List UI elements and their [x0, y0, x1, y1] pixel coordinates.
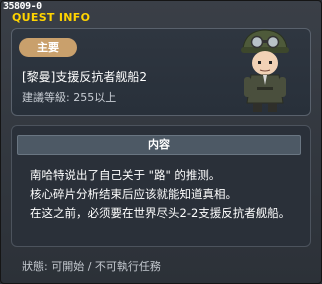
description-line: 在这之前，必须要在世界尽头2-2支援反抗者舰船。: [30, 206, 291, 220]
quest-name: [黎曼]支援反抗者舰船2: [22, 70, 147, 84]
description-line: 南哈特说出了自己关于 "路" 的推测。: [30, 168, 221, 182]
description-line: 核心碎片分析结束后应该就能知道真相。: [30, 187, 237, 201]
recommended-level: 建議等級: 255以上: [22, 91, 117, 104]
window-title: QUEST INFO: [12, 11, 91, 24]
quest-type-badge: 主要: [19, 38, 77, 57]
quest-description: 南哈特说出了自己关于 "路" 的推测。 核心碎片分析结束后应该就能知道真相。 在…: [30, 166, 310, 223]
content-header: 内容: [17, 135, 301, 155]
quest-info-window: 35809-0 QUEST INFO 主要 [黎曼]支援反抗者舰船2 建議等級:…: [0, 0, 322, 284]
quest-status: 狀態: 可開始 / 不可執行任務: [22, 260, 161, 273]
npc-portrait-icon: [241, 29, 289, 112]
